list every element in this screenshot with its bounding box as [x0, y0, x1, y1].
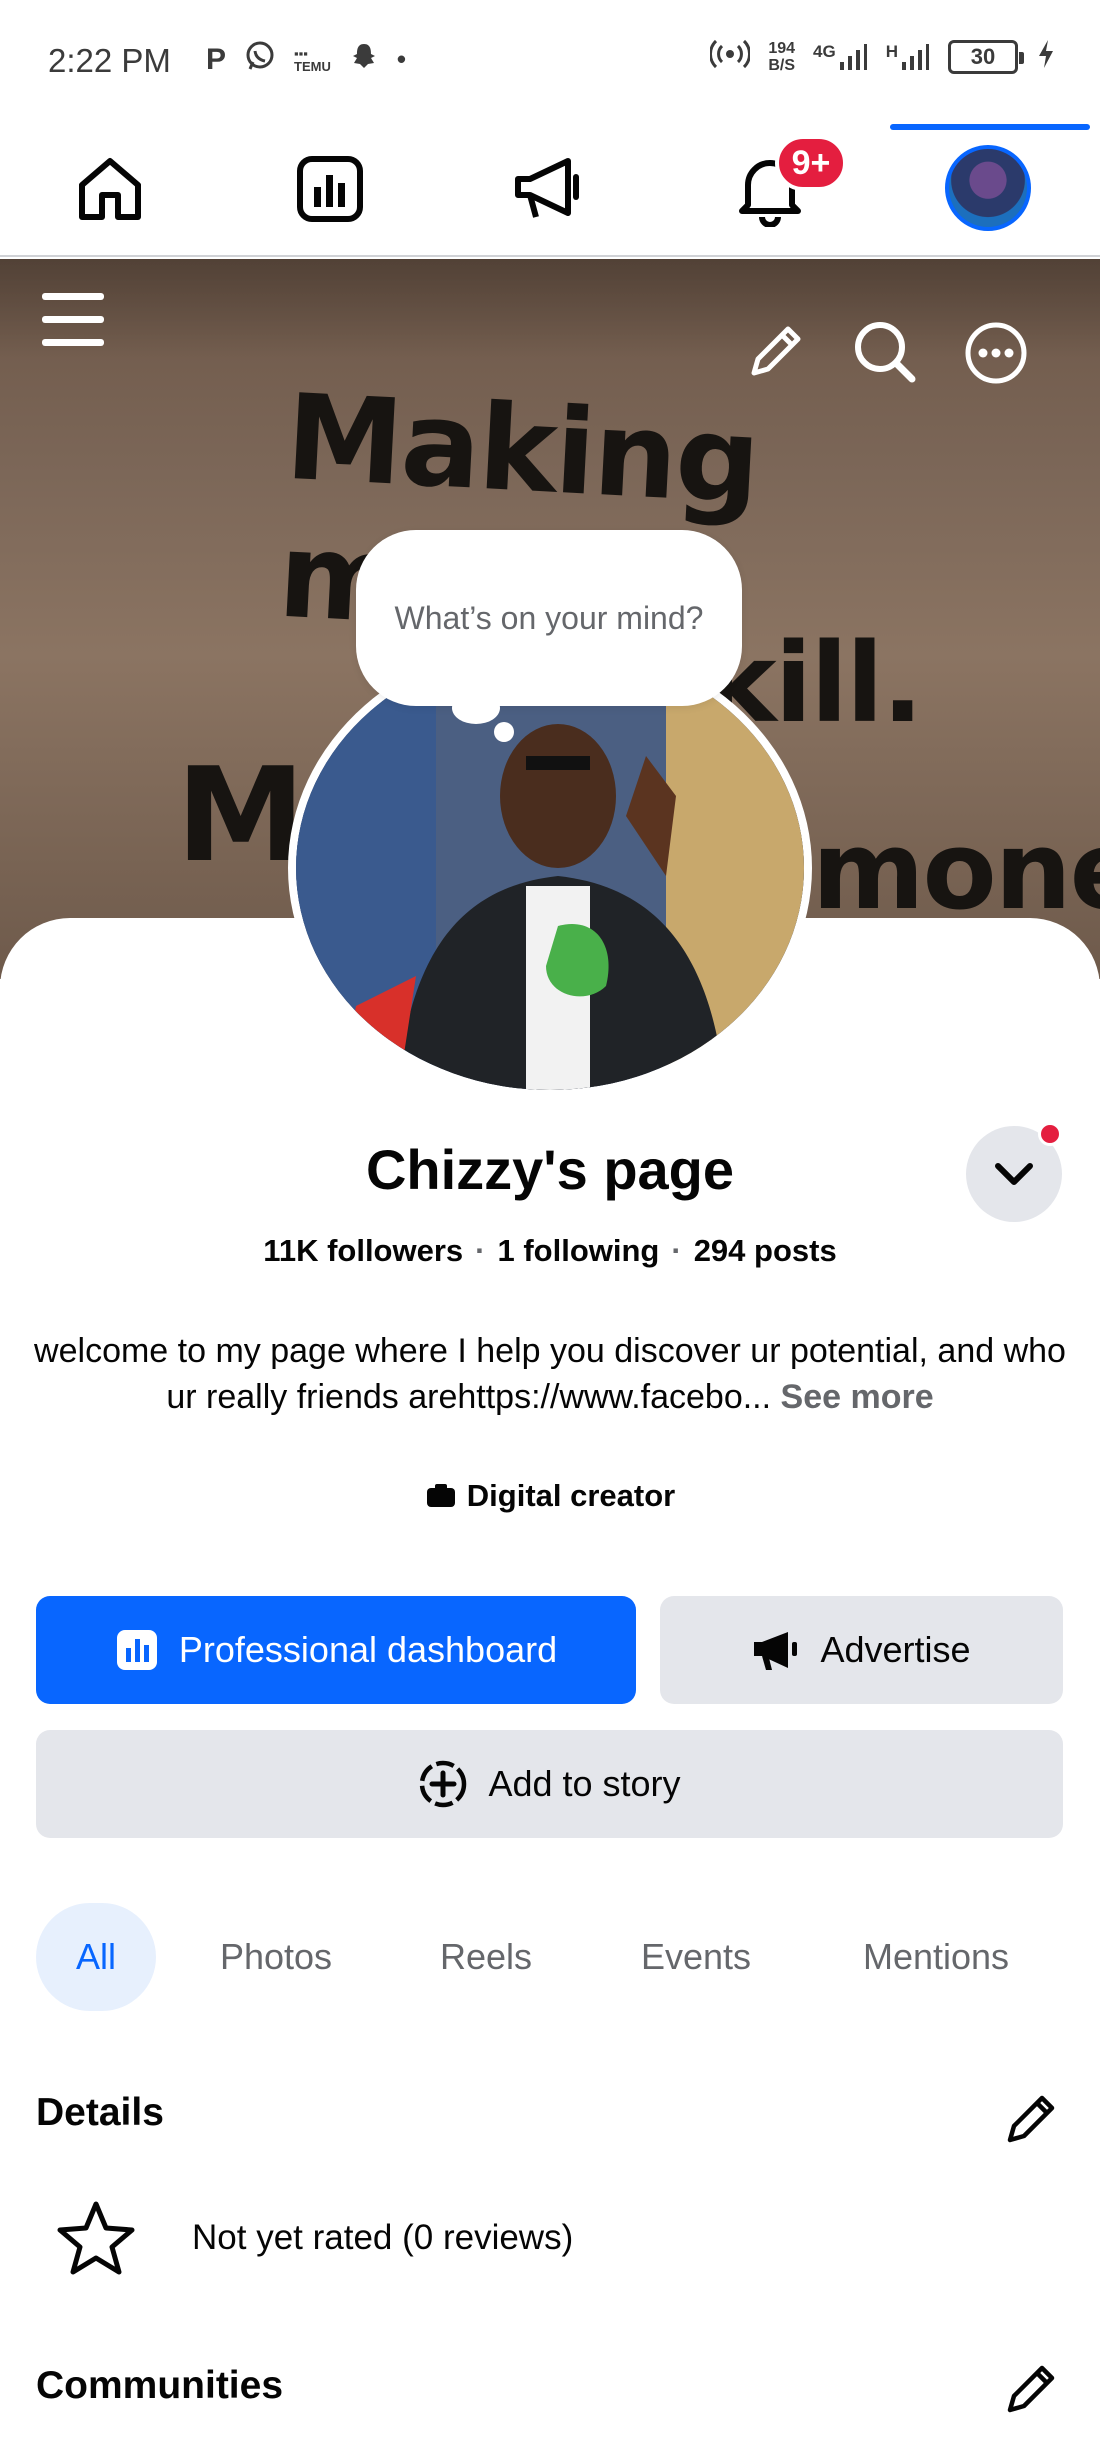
search-icon[interactable] — [852, 319, 918, 390]
profile-picture[interactable] — [288, 638, 812, 1098]
p-icon: P — [206, 42, 227, 76]
rating-row: Not yet rated (0 reviews) — [56, 2200, 573, 2276]
tab-photos[interactable]: Photos — [196, 1903, 356, 2011]
cover-wall-text-4: money — [812, 809, 1100, 934]
cover-top-shade — [0, 259, 1100, 359]
temu-icon: ▪▪▪ TEMU — [294, 45, 331, 74]
notification-dot — [1038, 1122, 1062, 1146]
separator-dot: · — [671, 1233, 682, 1268]
advertise-label: Advertise — [820, 1629, 971, 1670]
top-navigation — [0, 125, 1100, 257]
tab-reels[interactable]: Reels — [416, 1903, 556, 2011]
dashboard-icon[interactable] — [290, 149, 370, 229]
category-icon — [426, 1484, 455, 1507]
page-category: Digital creator — [0, 1478, 1100, 1514]
active-tab-indicator — [890, 124, 1090, 130]
snapchat-icon — [349, 41, 379, 78]
edit-communities-icon[interactable] — [1004, 2360, 1060, 2421]
category-label: Digital creator — [466, 1478, 676, 1513]
whatsapp-icon — [244, 40, 276, 79]
status-prompt-text: What’s on your mind? — [394, 599, 704, 636]
add-to-story-button[interactable]: Add to story — [36, 1730, 1063, 1838]
home-icon[interactable] — [70, 149, 150, 229]
profile-avatar[interactable] — [945, 145, 1031, 231]
network-speed: 194 B/S — [768, 39, 796, 74]
status-bar: 2:22 PM P ▪▪▪ TEMU • 194 B/S 4G H 30 — [0, 0, 1100, 125]
signal-h-icon: H — [886, 42, 930, 72]
profile-stats: 11K followers · 1 following · 294 posts — [0, 1233, 1100, 1269]
signal-4g-icon: 4G — [813, 42, 868, 72]
status-left-icons: P ▪▪▪ TEMU • — [206, 40, 406, 79]
details-heading: Details — [36, 2091, 164, 2134]
tab-events[interactable]: Events — [616, 1903, 776, 2011]
cover-wall-text-3: M — [176, 739, 305, 891]
bubble-tail-small — [494, 722, 514, 742]
more-options-icon[interactable] — [964, 321, 1028, 390]
status-time: 2:22 PM — [48, 42, 171, 79]
page-title: Chizzy's page — [365, 1138, 735, 1201]
status-right-icons: 194 B/S 4G H 30 — [709, 38, 1056, 75]
communities-heading: Communities — [36, 2364, 284, 2407]
megaphone-icon — [754, 1632, 798, 1670]
advertise-button[interactable]: Advertise — [660, 1596, 1063, 1704]
notification-badge: 9+ — [775, 135, 847, 191]
following-count[interactable]: 1 following — [497, 1233, 659, 1268]
add-story-icon — [420, 1760, 467, 1808]
separator-dot: · — [475, 1233, 486, 1268]
see-more-link[interactable]: See more — [781, 1378, 934, 1416]
dashboard-icon — [116, 1630, 157, 1670]
charging-icon — [1036, 38, 1056, 75]
add-to-story-label: Add to story — [488, 1763, 681, 1804]
menu-icon[interactable] — [40, 289, 106, 356]
megaphone-icon[interactable] — [510, 149, 590, 229]
rating-text: Not yet rated (0 reviews) — [192, 2218, 574, 2257]
professional-dashboard-button[interactable]: Professional dashboard — [36, 1596, 636, 1704]
posts-count: 294 posts — [693, 1233, 837, 1268]
followers-count[interactable]: 11K followers — [263, 1233, 463, 1268]
battery-indicator: 30 — [948, 39, 1024, 74]
content-tabs: All Photos Reels Events Mentions — [36, 1903, 1076, 2011]
star-icon — [57, 2201, 135, 2275]
professional-dashboard-label: Professional dashboard — [178, 1629, 558, 1670]
status-prompt-bubble[interactable]: What’s on your mind? — [356, 530, 742, 706]
dot-icon: • — [396, 44, 406, 74]
bubble-tail-large — [452, 692, 500, 724]
tab-mentions[interactable]: Mentions — [836, 1903, 1036, 2011]
chevron-down-icon — [995, 1163, 1033, 1185]
edit-details-icon[interactable] — [1004, 2090, 1060, 2151]
profile-bio: welcome to my page where I help you disc… — [30, 1328, 1070, 1420]
hotspot-icon — [709, 39, 752, 74]
tab-all[interactable]: All — [36, 1903, 156, 2011]
edit-icon[interactable] — [746, 321, 806, 386]
